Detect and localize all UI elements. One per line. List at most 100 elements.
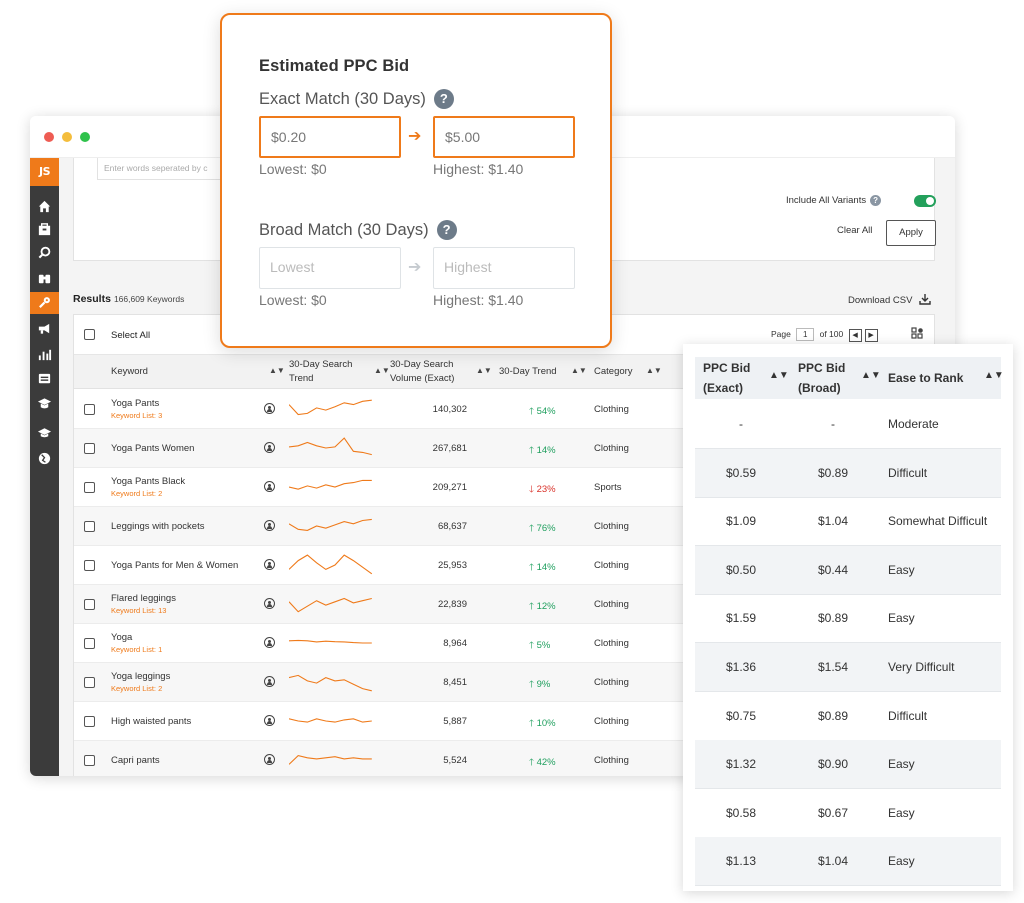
col-category[interactable]: Category — [594, 355, 674, 389]
exact-min-input[interactable]: $0.20 — [259, 116, 401, 158]
overlay-row[interactable]: $0.75 $0.89 Difficult — [695, 692, 1001, 741]
col-trend[interactable]: 30-Day Trend — [499, 355, 579, 389]
sort-icon[interactable]: ▲▼ — [861, 370, 881, 381]
sort-icon[interactable]: ▲▼ — [374, 366, 390, 375]
row-checkbox[interactable] — [84, 716, 95, 727]
ads-icon[interactable] — [30, 368, 59, 390]
keyword-cell[interactable]: Leggings with pockets — [111, 521, 204, 532]
broad-max-input[interactable]: Highest — [433, 247, 575, 289]
select-all-checkbox[interactable] — [84, 329, 95, 340]
exact-max-input[interactable]: $5.00 — [433, 116, 575, 158]
academy-icon[interactable] — [30, 393, 59, 415]
ppc-ease-overlay-table: PPC Bid (Exact) ▲▼ PPC Bid (Broad) ▲▼ Ea… — [683, 344, 1013, 891]
keyword-cell[interactable]: Yoga Pants Black Keyword List: 2 — [111, 476, 185, 498]
row-checkbox[interactable] — [84, 404, 95, 415]
person-icon[interactable] — [264, 481, 275, 492]
overlay-row[interactable]: $1.59 $0.89 Easy — [695, 594, 1001, 644]
row-checkbox[interactable] — [84, 599, 95, 610]
overlay-row[interactable]: $0.58 $0.67 Easy — [695, 789, 1001, 838]
col-volume[interactable]: 30-Day Search Volume (Exact) — [390, 355, 478, 389]
person-icon[interactable] — [264, 676, 275, 687]
keyword-tool-icon[interactable] — [30, 292, 59, 314]
person-icon[interactable] — [264, 754, 275, 765]
sort-icon[interactable]: ▲▼ — [476, 366, 492, 375]
include-variants-toggle[interactable] — [914, 195, 936, 207]
download-csv-button[interactable]: Download CSV — [848, 293, 931, 306]
person-icon[interactable] — [264, 442, 275, 453]
keyword-cell[interactable]: Yoga Keyword List: 1 — [111, 632, 162, 654]
ppc-exact-cell: $0.58 — [725, 805, 757, 820]
keyword-cell[interactable]: High waisted pants — [111, 716, 191, 727]
col-ppc-exact[interactable]: PPC Bid (Exact) — [703, 357, 763, 399]
col-ppc-broad[interactable]: PPC Bid (Broad) — [798, 357, 858, 399]
col-keyword[interactable]: Keyword — [111, 355, 271, 389]
row-checkbox[interactable] — [84, 482, 95, 493]
trend-cell: 🡑 14% — [529, 560, 556, 576]
clear-all-link[interactable]: Clear All — [837, 225, 872, 236]
globe-icon[interactable] — [30, 448, 59, 470]
help-icon[interactable]: ? — [870, 195, 882, 206]
column-settings-icon[interactable] — [911, 327, 924, 340]
help-icon[interactable]: ? — [436, 220, 457, 240]
analytics-icon[interactable] — [30, 344, 59, 366]
keyword-cell[interactable]: Yoga Pants Women — [111, 443, 194, 454]
row-checkbox[interactable] — [84, 521, 95, 532]
sort-icon[interactable]: ▲▼ — [571, 366, 587, 375]
keyword-list-tag[interactable]: Keyword List: 13 — [111, 606, 176, 615]
keyword-cell[interactable]: Capri pants — [111, 755, 160, 766]
keyword-list-tag[interactable]: Keyword List: 1 — [111, 645, 162, 654]
arrow-up-icon: 🡑 — [529, 523, 534, 534]
close-window-dot[interactable] — [44, 132, 54, 142]
overlay-row[interactable]: $1.36 $1.54 Very Difficult — [695, 643, 1001, 692]
sort-icon[interactable]: ▲▼ — [269, 366, 285, 375]
person-icon[interactable] — [264, 598, 275, 609]
ease-to-rank-cell: Difficult — [888, 708, 928, 723]
row-checkbox[interactable] — [84, 638, 95, 649]
select-all-label: Select All — [111, 330, 151, 341]
js-logo[interactable]: JS — [30, 158, 59, 186]
sort-icon[interactable]: ▲▼ — [646, 366, 662, 375]
maximize-window-dot[interactable] — [80, 132, 90, 142]
overlay-row[interactable]: $0.50 $0.44 Easy — [695, 545, 1001, 595]
person-icon[interactable] — [264, 559, 275, 570]
overlay-row[interactable]: $0.59 $0.89 Difficult — [695, 448, 1001, 498]
megaphone-icon[interactable] — [30, 318, 59, 340]
person-icon[interactable] — [264, 403, 275, 414]
keyword-list-tag[interactable]: Keyword List: 3 — [111, 411, 162, 420]
keyword-cell[interactable]: Flared leggings Keyword List: 13 — [111, 593, 176, 615]
col-search-trend[interactable]: 30-Day Search Trend — [289, 355, 374, 389]
row-checkbox[interactable] — [84, 443, 95, 454]
apply-button[interactable]: Apply — [886, 220, 936, 246]
person-icon[interactable] — [264, 520, 275, 531]
download-icon — [919, 294, 931, 305]
person-icon[interactable] — [264, 637, 275, 648]
row-checkbox[interactable] — [84, 560, 95, 571]
row-checkbox[interactable] — [84, 755, 95, 766]
broad-min-input[interactable]: Lowest — [259, 247, 401, 289]
keyword-cell[interactable]: Yoga leggings Keyword List: 2 — [111, 671, 170, 693]
col-ease-to-rank[interactable]: Ease to Rank — [888, 357, 988, 399]
sort-icon[interactable]: ▲▼ — [984, 370, 1004, 381]
keyword-cell[interactable]: Yoga Pants Keyword List: 3 — [111, 398, 162, 420]
help-icon[interactable]: ? — [433, 89, 454, 109]
sort-icon[interactable]: ▲▼ — [769, 370, 789, 381]
overlay-row[interactable]: $1.13 $1.04 Easy — [695, 837, 1001, 887]
overlay-row[interactable]: $1.32 $0.90 Easy — [695, 740, 1001, 790]
person-icon[interactable] — [264, 715, 275, 726]
minimize-window-dot[interactable] — [62, 132, 72, 142]
row-checkbox[interactable] — [84, 677, 95, 688]
keyword-list-tag[interactable]: Keyword List: 2 — [111, 489, 185, 498]
prev-page-icon[interactable]: ◀ — [848, 329, 862, 342]
keyword-cell[interactable]: Yoga Pants for Men & Women — [111, 560, 238, 571]
product-database-icon[interactable] — [30, 219, 59, 241]
overlay-row[interactable]: - - Moderate — [695, 400, 1001, 449]
page-number-input[interactable]: 1 — [796, 328, 815, 341]
graduation-cap-icon[interactable] — [30, 422, 59, 444]
binoculars-icon[interactable] — [30, 268, 59, 290]
col-ease-to-rank-label: Ease to Rank — [888, 371, 964, 385]
next-page-icon[interactable]: ▶ — [864, 329, 878, 342]
search-icon[interactable] — [30, 242, 59, 264]
overlay-row[interactable]: $1.09 $1.04 Somewhat Difficult — [695, 497, 1001, 547]
keyword-list-tag[interactable]: Keyword List: 2 — [111, 684, 170, 693]
home-icon[interactable] — [30, 196, 59, 218]
